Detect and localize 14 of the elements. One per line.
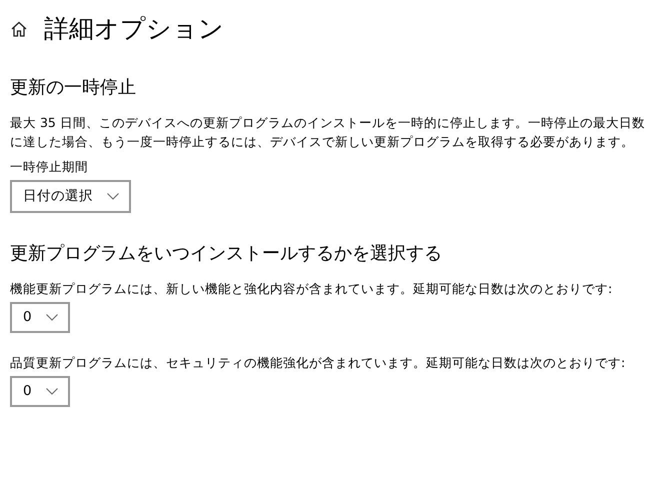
chevron-down-icon bbox=[46, 314, 58, 320]
field-label: 品質更新プログラムには、セキュリティの機能強化が含まれています。延期可能な日数は次のとおりです: bbox=[10, 354, 626, 372]
section-heading: 更新の一時停止 bbox=[10, 76, 137, 99]
dropdown[interactable]: 日付の選択 bbox=[10, 180, 131, 213]
chevron-down-icon bbox=[107, 192, 119, 200]
field-label: 機能更新プログラムには、新しい機能と強化内容が含まれています。延期可能な日数は次のとおりです: bbox=[10, 280, 614, 298]
description-text: 最大 35 日間、このデバイスへの更新プログラムのインストールを一時的に停止します。一時停止の最大日数に達した場合、もう一度一時停止するには、デバイスで新しい更新プログラムを取得する必要があります。 bbox=[10, 114, 646, 151]
dropdown[interactable]: 0 bbox=[10, 302, 70, 333]
chevron-down-icon bbox=[46, 388, 58, 394]
dropdown[interactable]: 0 bbox=[10, 376, 70, 407]
page-title: 詳細オプション bbox=[44, 13, 224, 45]
section-heading: 更新プログラムをいつインストールするかを選択する bbox=[10, 242, 443, 265]
home-icon[interactable] bbox=[10, 20, 28, 38]
field-label: 一時停止期間 bbox=[10, 158, 89, 176]
